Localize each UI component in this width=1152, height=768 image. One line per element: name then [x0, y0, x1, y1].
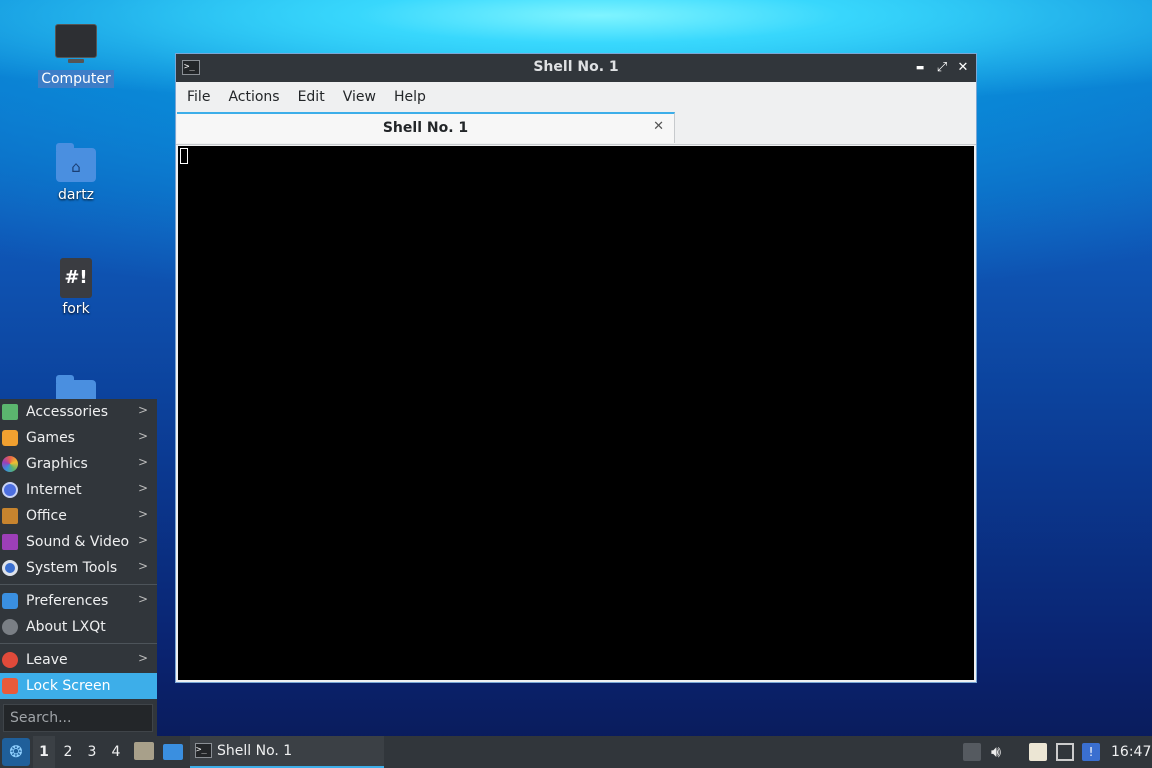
menu-item-label: System Tools — [26, 560, 118, 576]
tab-shell-1[interactable]: Shell No. 1 ✕ — [177, 112, 675, 143]
chevron-right-icon: > — [137, 429, 148, 443]
start-menu-button[interactable]: ❂ — [2, 738, 30, 766]
terminal-icon: >_ — [195, 743, 212, 758]
task-label: Shell No. 1 — [217, 743, 293, 759]
menu-item-label: Leave — [26, 652, 68, 668]
terminal-area[interactable] — [178, 146, 974, 680]
terminal-window: >_ Shell No. 1 ▬ ⤢ ✕ File Actions Edit V… — [175, 53, 977, 683]
system-tools-icon — [2, 560, 18, 576]
menu-edit[interactable]: Edit — [289, 89, 334, 105]
home-folder-icon: ⌂ — [56, 143, 96, 182]
show-desktop-icon[interactable] — [163, 744, 183, 760]
menu-item-label: Sound & Video — [26, 534, 130, 550]
script-icon: #! — [60, 258, 92, 298]
tab-bar: Shell No. 1 ✕ — [176, 112, 976, 145]
accessories-icon — [2, 404, 18, 420]
desktop-switch-3[interactable]: 3 — [81, 736, 103, 768]
office-icon — [2, 508, 18, 524]
chevron-right-icon: > — [137, 507, 148, 521]
network-icon[interactable] — [1056, 743, 1074, 761]
menu-item-lock-screen[interactable]: Lock Screen — [0, 673, 157, 699]
desktop-icon-label: dartz — [57, 187, 95, 203]
file-manager-icon[interactable] — [134, 742, 154, 760]
start-menu: Accessories > Games > Graphics > Interne… — [0, 399, 157, 736]
notification-icon[interactable]: ! — [1082, 743, 1100, 761]
menu-item-graphics[interactable]: Graphics > — [0, 451, 157, 477]
preferences-icon — [2, 593, 18, 609]
menu-item-label: About LXQt — [26, 619, 106, 635]
clock[interactable]: 16:47 — [1111, 736, 1151, 768]
chevron-right-icon: > — [137, 455, 148, 469]
lock-icon — [2, 678, 18, 694]
tab-label: Shell No. 1 — [382, 120, 469, 136]
chevron-right-icon: > — [137, 651, 148, 665]
desktop-switch-2[interactable]: 2 — [57, 736, 79, 768]
sound-video-icon — [2, 534, 18, 550]
menu-item-system-tools[interactable]: System Tools > — [0, 555, 157, 581]
chevron-right-icon: > — [137, 533, 148, 547]
menu-item-games[interactable]: Games > — [0, 425, 157, 451]
menu-item-label: Preferences — [26, 593, 109, 609]
menu-file[interactable]: File — [178, 89, 219, 105]
text-cursor — [180, 148, 188, 164]
close-button[interactable]: ✕ — [953, 58, 973, 78]
menu-separator — [0, 584, 157, 585]
menu-item-office[interactable]: Office > — [0, 503, 157, 529]
chevron-right-icon: > — [137, 403, 148, 417]
menu-item-label: Lock Screen — [26, 678, 111, 694]
desktop-icon-fork[interactable]: #! fork — [36, 258, 116, 318]
desktop-icon-label: fork — [62, 301, 90, 317]
menu-item-accessories[interactable]: Accessories > — [0, 399, 157, 425]
menu-search-input[interactable]: Search... — [3, 704, 153, 732]
internet-icon — [2, 482, 18, 498]
games-icon — [2, 430, 18, 446]
monitor-icon — [55, 24, 97, 63]
desktop-icon-label: Computer — [38, 70, 114, 88]
menu-item-label: Graphics — [26, 456, 88, 472]
menu-actions[interactable]: Actions — [219, 89, 288, 105]
menu-item-sound-video[interactable]: Sound & Video > — [0, 529, 157, 555]
chevron-right-icon: > — [137, 481, 148, 495]
window-title: Shell No. 1 — [533, 59, 619, 75]
chevron-right-icon: > — [137, 592, 148, 606]
menu-item-internet[interactable]: Internet > — [0, 477, 157, 503]
volume-icon[interactable]: 🔊︎ — [991, 743, 1009, 761]
power-icon — [2, 652, 18, 668]
chevron-right-icon: > — [137, 559, 148, 573]
menu-view[interactable]: View — [334, 89, 385, 105]
menu-item-label: Accessories — [26, 404, 109, 420]
menu-bar: File Actions Edit View Help — [176, 82, 976, 112]
tray-arrow-icon[interactable] — [963, 743, 981, 761]
desktop-switch-1[interactable]: 1 — [33, 736, 55, 768]
menu-item-preferences[interactable]: Preferences > — [0, 588, 157, 614]
menu-separator — [0, 643, 157, 644]
desktop-icon-dartz[interactable]: ⌂ dartz — [36, 143, 116, 204]
maximize-button[interactable]: ⤢ — [932, 58, 952, 78]
info-icon — [2, 619, 18, 635]
graphics-icon — [2, 456, 18, 472]
menu-item-about[interactable]: About LXQt — [0, 614, 157, 640]
taskbar: ❂ 1 2 3 4 >_ Shell No. 1 🔊︎ ! 16:47 — [0, 736, 1152, 768]
menu-help[interactable]: Help — [385, 89, 435, 105]
menu-item-label: Games — [26, 430, 75, 446]
taskbar-task-shell[interactable]: >_ Shell No. 1 — [190, 736, 384, 768]
title-bar[interactable]: >_ Shell No. 1 ▬ ⤢ ✕ — [176, 54, 976, 82]
menu-item-label: Internet — [26, 482, 82, 498]
menu-item-leave[interactable]: Leave > — [0, 647, 157, 673]
tab-close-icon[interactable]: ✕ — [653, 119, 664, 134]
clipboard-icon[interactable] — [1029, 743, 1047, 761]
menu-item-label: Office — [26, 508, 67, 524]
desktop-icon-computer[interactable]: Computer — [36, 24, 116, 88]
minimize-button[interactable]: ▬ — [910, 58, 930, 78]
desktop-switch-4[interactable]: 4 — [105, 736, 127, 768]
